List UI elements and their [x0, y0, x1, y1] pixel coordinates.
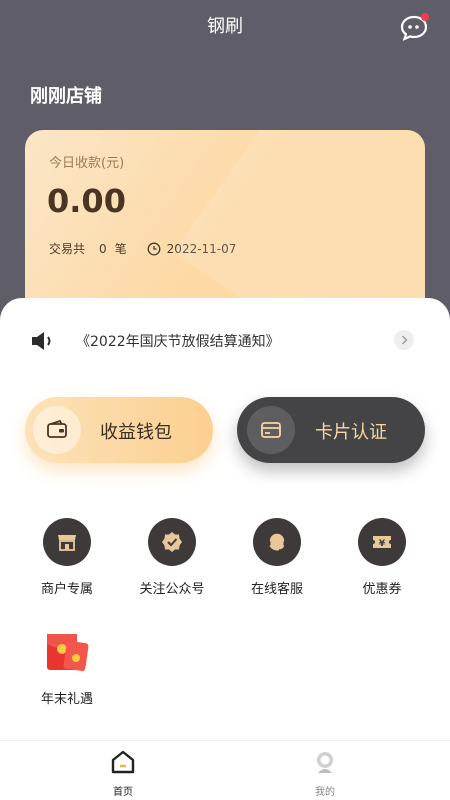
- profile-icon: [317, 752, 333, 773]
- headset-icon: [267, 532, 287, 551]
- trade-date: 2022-11-07: [166, 241, 237, 256]
- trade-count: 0: [99, 241, 107, 256]
- tab-bar: 首页 我的: [0, 740, 450, 800]
- grid-label: 优惠券: [362, 582, 402, 597]
- notice-bar[interactable]: 《2022年国庆节放假结算通知》: [30, 328, 420, 354]
- message-button[interactable]: [398, 12, 430, 44]
- shop-icon: [58, 535, 76, 551]
- card-auth-label: 卡片认证: [315, 422, 387, 443]
- grid-item-merchant[interactable]: 商户专属: [22, 518, 112, 597]
- grid-label: 年末礼遇: [40, 692, 93, 707]
- grid-label: 在线客服: [250, 582, 303, 597]
- notice-arrow-button[interactable]: [394, 330, 414, 350]
- shop-icon-circle: [43, 518, 91, 566]
- card-meta: 交易共 0 笔 2022-11-07: [49, 240, 242, 257]
- grid-label: 关注公众号: [139, 582, 205, 597]
- tab-home-label: 首页: [113, 787, 133, 798]
- tab-mine-label: 我的: [315, 787, 335, 798]
- income-amount: 0.00: [47, 182, 126, 220]
- red-envelope-graphic: [47, 634, 89, 672]
- wallet-label: 收益钱包: [100, 422, 172, 443]
- verified-icon-circle: [148, 518, 196, 566]
- red-envelope-icon: [43, 628, 91, 676]
- credit-card-icon: [261, 422, 281, 438]
- coupon-icon-circle: ¥: [358, 518, 406, 566]
- trade-prefix: 交易共: [49, 242, 86, 256]
- grid-label: 商户专属: [40, 582, 93, 597]
- income-label: 今日收款(元): [49, 156, 125, 171]
- card-auth-button[interactable]: 卡片认证: [237, 397, 425, 463]
- wallet-icon-circle: [33, 406, 81, 454]
- card-icon-circle: [247, 406, 295, 454]
- grid-item-service[interactable]: 在线客服: [232, 518, 322, 597]
- tab-home[interactable]: 首页: [83, 749, 163, 798]
- coupon-icon: ¥: [373, 536, 391, 549]
- home-icon: [111, 750, 135, 774]
- verified-icon: [162, 532, 182, 552]
- clock-icon: [147, 242, 161, 255]
- speaker-icon: [32, 332, 51, 350]
- trade-unit: 笔: [114, 242, 127, 256]
- notification-badge: [421, 13, 429, 21]
- svg-text:¥: ¥: [379, 539, 386, 549]
- app-title: 钢刷: [207, 16, 243, 37]
- grid-item-coupon[interactable]: ¥ 优惠券: [337, 518, 427, 597]
- shop-name: 刚刚店铺: [30, 86, 102, 107]
- grid-item-follow[interactable]: 关注公众号: [127, 518, 217, 597]
- chevron-right-icon: [402, 335, 408, 345]
- wallet-icon: [47, 419, 67, 438]
- grid-item-gift[interactable]: 年末礼遇: [22, 628, 112, 707]
- tab-mine[interactable]: 我的: [285, 749, 365, 798]
- income-wallet-button[interactable]: 收益钱包: [25, 397, 213, 463]
- headset-icon-circle: [253, 518, 301, 566]
- notice-text: 《2022年国庆节放假结算通知》: [76, 334, 280, 350]
